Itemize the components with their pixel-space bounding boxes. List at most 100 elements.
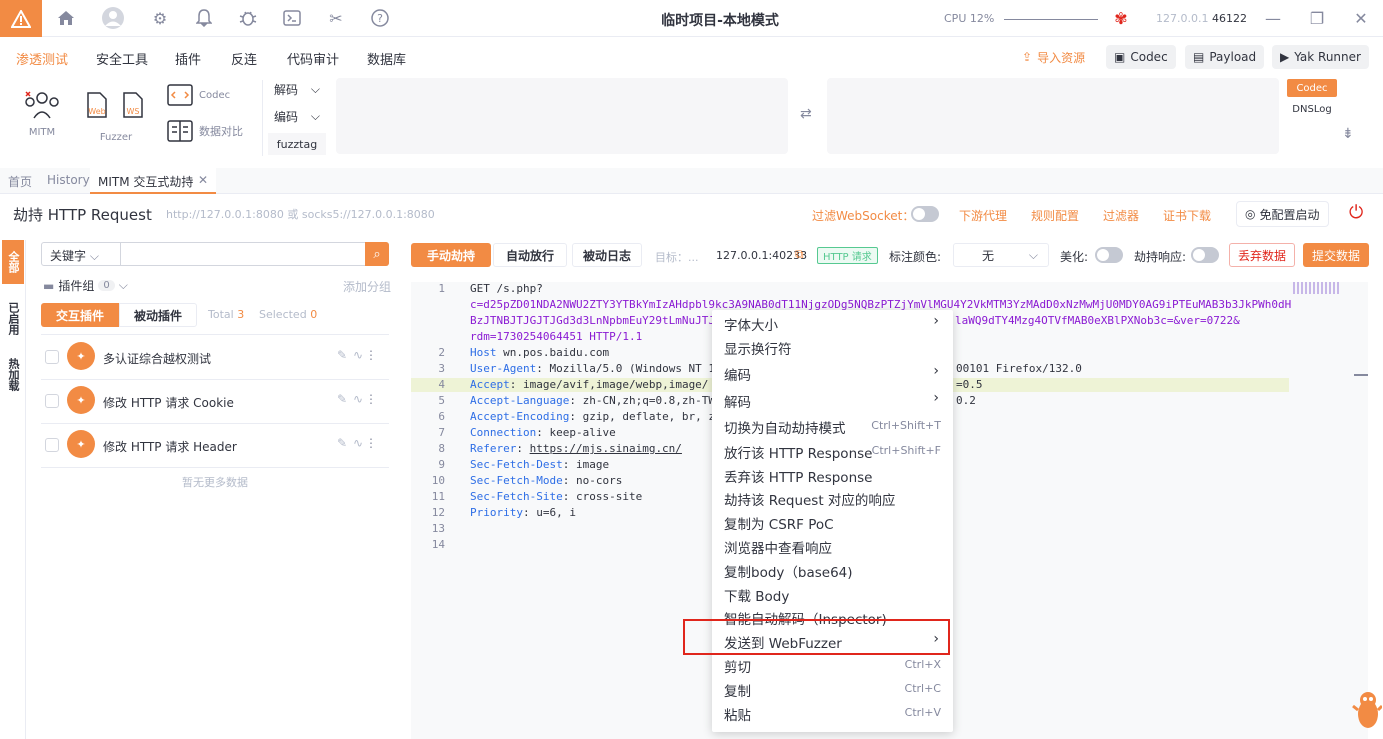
engine-icon[interactable]: ✾ (1110, 7, 1132, 29)
terminal-icon[interactable] (281, 7, 303, 29)
edit-icon[interactable]: ✎ (337, 392, 347, 406)
avatar-icon[interactable] (102, 7, 124, 29)
menu-item-cut[interactable]: 剪切 (724, 656, 751, 676)
pulse-icon[interactable]: ∿ (353, 348, 363, 362)
keyword-select[interactable]: 关键字 ⌵ (50, 247, 99, 264)
menu-item-view-in-browser[interactable]: 浏览器中查看响应 (724, 537, 832, 557)
more-icon[interactable]: ⋮ (365, 392, 377, 406)
menu-code-audit[interactable]: 代码审计 (287, 49, 339, 68)
mitm-tool[interactable]: MITM (20, 88, 64, 138)
menu-database[interactable]: 数据库 (367, 49, 406, 68)
maximize-icon[interactable]: ❐ (1306, 7, 1328, 29)
codec-tool[interactable]: Codec (167, 84, 247, 106)
decode-select[interactable]: 解码 ⌵ (268, 78, 326, 100)
close-icon[interactable]: ✕ (1350, 7, 1372, 29)
beautify-toggle[interactable] (1095, 247, 1123, 263)
tools-icon[interactable]: ✂ (325, 7, 347, 29)
filter-enabled[interactable]: 已启用 (2, 296, 24, 340)
menu-item-copy[interactable]: 复制 (724, 680, 751, 700)
menu-item-encode[interactable]: 编码 (724, 364, 751, 384)
plugin-checkbox[interactable] (45, 350, 59, 364)
manual-hijack-button[interactable]: 手动劫持 (411, 243, 491, 267)
help-icon[interactable]: ? (369, 7, 391, 29)
copy-icon[interactable]: ⧉ (795, 247, 804, 262)
import-resource-button[interactable]: ⇪ 导入资源 (1014, 45, 1094, 69)
menu-item-switch-auto[interactable]: 切换为自动劫持模式 (724, 417, 846, 437)
codec-output-area[interactable] (827, 78, 1279, 154)
cert-download-link[interactable]: 证书下载 (1163, 207, 1211, 224)
close-icon[interactable]: ✕ (198, 173, 208, 187)
tab-mitm[interactable]: MITM 交互式劫持 ✕ (90, 168, 216, 194)
payload-button[interactable]: ▤ Payload (1185, 45, 1265, 69)
edit-icon[interactable]: ✎ (337, 436, 347, 450)
ws-fuzzer-tool[interactable]: WS (120, 92, 146, 118)
add-group-button[interactable]: 添加分组 (343, 278, 391, 295)
scrollbar-marker[interactable] (1354, 374, 1368, 376)
dnslog-side-tab[interactable]: DNSLog (1287, 104, 1337, 115)
yak-runner-button[interactable]: ▶ Yak Runner (1272, 45, 1369, 69)
drop-data-button[interactable]: 丢弃数据 (1229, 243, 1295, 267)
edit-icon[interactable]: ✎ (337, 348, 347, 362)
menu-item-drop-response[interactable]: 丢弃该 HTTP Response (724, 466, 872, 486)
compare-tool[interactable]: 数据对比 (167, 120, 257, 142)
menu-pentest[interactable]: 渗透测试 (16, 49, 68, 68)
list-item[interactable]: ✦ 修改 HTTP 请求 Header ✎ ∿ ⋮ (41, 424, 389, 468)
list-item[interactable]: ✦ 修改 HTTP 请求 Cookie ✎ ∿ ⋮ (41, 380, 389, 424)
tab-interactive-plugins[interactable]: 交互插件 (41, 303, 119, 327)
pulse-icon[interactable]: ∿ (353, 392, 363, 406)
plugin-checkbox[interactable] (45, 394, 59, 408)
minimize-icon[interactable]: — (1262, 7, 1284, 29)
bell-icon[interactable] (193, 7, 215, 29)
submit-data-button[interactable]: 提交数据 (1303, 243, 1369, 267)
power-icon[interactable]: ⏻ (1349, 202, 1363, 223)
codec-button[interactable]: ▣ Codec (1106, 45, 1176, 69)
tab-history[interactable]: History (47, 173, 90, 187)
no-config-start-button[interactable]: ◎ 免配置启动 (1236, 201, 1329, 227)
menu-reverse[interactable]: 反连 (231, 49, 257, 68)
mascot-icon[interactable] (1352, 688, 1383, 734)
menu-item-download-body[interactable]: 下载 Body (724, 585, 789, 605)
menu-item-show-linebreak[interactable]: 显示换行符 (724, 338, 792, 358)
codec-side-tab[interactable]: Codec (1287, 79, 1337, 97)
more-icon[interactable]: ⋮ (365, 436, 377, 450)
search-input[interactable] (120, 243, 364, 265)
menu-plugins[interactable]: 插件 (175, 49, 201, 68)
menu-security-tools[interactable]: 安全工具 (96, 49, 148, 68)
tab-home[interactable]: 首页 (8, 173, 32, 190)
menu-item-copy-body-base64[interactable]: 复制body（base64) (724, 561, 853, 581)
pulse-icon[interactable]: ∿ (353, 436, 363, 450)
menu-item-hijack-response[interactable]: 劫持该 Request 对应的响应 (724, 489, 895, 509)
auto-release-button[interactable]: 自动放行 (493, 243, 567, 267)
codec-input-area[interactable] (336, 78, 788, 154)
menu-item-font-size[interactable]: 字体大小 (724, 314, 778, 334)
header-value[interactable]: https://mjs.sinaimg.cn/ (530, 442, 682, 455)
web-fuzzer-tool[interactable]: Web (84, 92, 110, 118)
menu-item-release-response[interactable]: 放行该 HTTP Response (724, 442, 872, 462)
tab-passive-plugins[interactable]: 被动插件 (119, 303, 197, 327)
menu-item-decode[interactable]: 解码 (724, 391, 751, 411)
sort-icon[interactable]: ⇟ (1342, 126, 1354, 142)
fuzztag-button[interactable]: fuzztag (268, 133, 326, 155)
filter-all[interactable]: 全部 (2, 240, 24, 284)
bug-icon[interactable] (237, 7, 259, 29)
hijack-response-toggle[interactable] (1191, 247, 1219, 263)
passive-log-button[interactable]: 被动日志 (572, 243, 642, 267)
downstream-proxy-link[interactable]: 下游代理 (959, 207, 1007, 224)
menu-item-copy-csrf-poc[interactable]: 复制为 CSRF PoC (724, 513, 834, 533)
color-select[interactable]: 无 ⌵ (953, 243, 1049, 267)
home-icon[interactable] (55, 7, 77, 29)
app-logo-icon[interactable] (0, 0, 42, 37)
plugin-group-select[interactable]: ▬ 插件组 0 ⌵ (43, 277, 128, 294)
more-icon[interactable]: ⋮ (365, 348, 377, 362)
settings-icon[interactable]: ⚙ (149, 7, 171, 29)
filter-hot-reload[interactable]: 热加载 (2, 352, 24, 396)
swap-icon[interactable]: ⇄ (800, 106, 812, 122)
filter-websocket-toggle[interactable] (911, 206, 939, 222)
encode-select[interactable]: 编码 ⌵ (268, 105, 326, 127)
filter-link[interactable]: 过滤器 (1103, 207, 1139, 224)
rule-config-link[interactable]: 规则配置 (1031, 207, 1079, 224)
list-item[interactable]: ✦ 多认证综合越权测试 ✎ ∿ ⋮ (41, 336, 389, 380)
search-icon[interactable]: ⌕ (365, 242, 389, 266)
plugin-checkbox[interactable] (45, 438, 59, 452)
menu-item-paste[interactable]: 粘贴 (724, 704, 751, 724)
